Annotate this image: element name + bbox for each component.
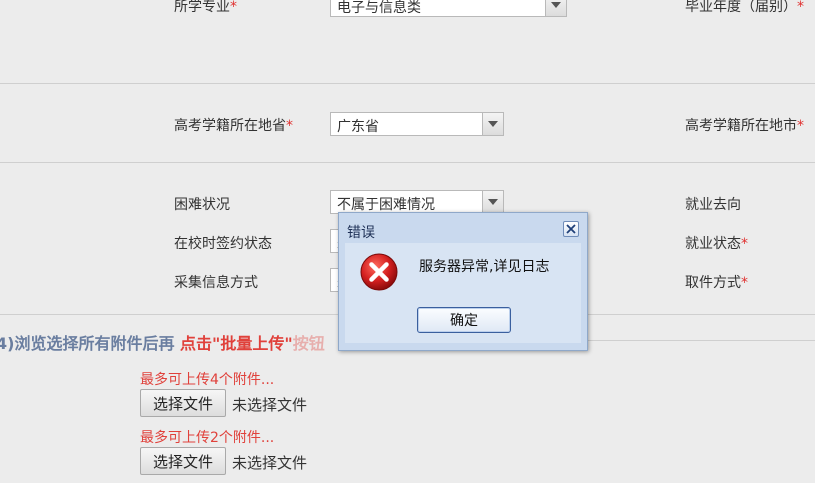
error-dialog: 错误 服务器异常,详见日志 确定: [338, 212, 588, 351]
error-icon: [360, 253, 398, 291]
section-divider: [0, 162, 815, 163]
graduation-year-label: 毕业年度（届别）*: [685, 0, 804, 15]
major-select[interactable]: 电子与信息类: [330, 0, 567, 17]
province-select[interactable]: 广东省: [330, 112, 504, 136]
chevron-down-icon[interactable]: [545, 0, 566, 16]
major-select-value: 电子与信息类: [337, 0, 421, 16]
section-divider: [0, 83, 815, 84]
dialog-body: 服务器异常,详见日志 确定: [345, 243, 581, 343]
page: 所学专业* 电子与信息类 毕业年度（届别）* 高考学籍所在地省* 广东省 高考学…: [0, 0, 815, 483]
city-label: 高考学籍所在地市*: [685, 118, 804, 134]
chevron-down-icon[interactable]: [482, 191, 503, 213]
employment-destination-label: 就业去向: [685, 197, 741, 213]
upload-limit-hint: 最多可上传4个附件...: [140, 372, 275, 388]
difficulty-select-value: 不属于困难情况: [337, 197, 435, 213]
dialog-title: 错误: [347, 225, 375, 241]
file-status: 未选择文件: [232, 454, 308, 472]
difficulty-select[interactable]: 不属于困难情况: [330, 190, 504, 214]
difficulty-label: 困难状况: [174, 197, 230, 213]
pickup-method-label: 取件方式*: [685, 275, 748, 291]
upload-instruction-heading: 4)浏览选择所有附件后再 点击"批量上传"按钮: [0, 334, 325, 353]
choose-file-button[interactable]: 选择文件: [140, 389, 226, 417]
dialog-message: 服务器异常,详见日志: [419, 259, 550, 275]
major-label: 所学专业*: [174, 0, 237, 15]
upload-limit-hint: 最多可上传2个附件...: [140, 430, 275, 446]
collect-method-label: 采集信息方式: [174, 275, 258, 291]
province-label: 高考学籍所在地省*: [174, 118, 293, 134]
close-icon[interactable]: [563, 221, 579, 237]
choose-file-button[interactable]: 选择文件: [140, 447, 226, 475]
file-status: 未选择文件: [232, 396, 308, 414]
employment-status-label: 就业状态*: [685, 236, 748, 252]
signing-status-label: 在校时签约状态: [174, 236, 272, 252]
chevron-down-icon[interactable]: [482, 113, 503, 135]
ok-button[interactable]: 确定: [417, 307, 511, 333]
province-select-value: 广东省: [337, 119, 379, 135]
